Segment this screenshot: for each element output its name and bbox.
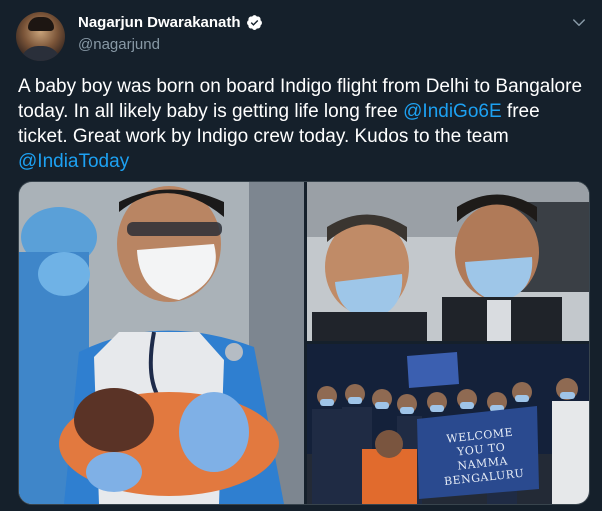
photo-crew-welcome-banner[interactable]: WELCOME YOU TO NAMMA BENGALURU [307,344,589,504]
author-name-row: Nagarjun Dwarakanath [78,14,263,31]
avatar-shirt [20,46,61,61]
mention-indiatoday[interactable]: @IndiaToday [18,151,129,172]
photo-doctor-with-baby[interactable] [19,182,304,504]
photo-masked-men[interactable] [307,182,589,341]
author-name[interactable]: Nagarjun Dwarakanath [78,14,241,31]
photo-doctor-with-baby-illustration [19,182,304,504]
avatar[interactable] [16,12,65,61]
media-grid: WELCOME YOU TO NAMMA BENGALURU [18,181,590,505]
tweet-card: Nagarjun Dwarakanath @nagarjund A baby b… [0,0,602,511]
mention-indigo6e[interactable]: @IndiGo6E [403,101,502,122]
welcome-banner-text: WELCOME YOU TO NAMMA BENGALURU [424,423,539,490]
avatar-hair [28,17,54,31]
photo-masked-men-illustration [307,182,589,341]
verified-badge-icon [246,15,262,30]
chevron-down-icon[interactable] [570,14,588,32]
tweet-text: A baby boy was born on board Indigo flig… [18,74,590,174]
author-handle[interactable]: @nagarjund [78,36,160,53]
